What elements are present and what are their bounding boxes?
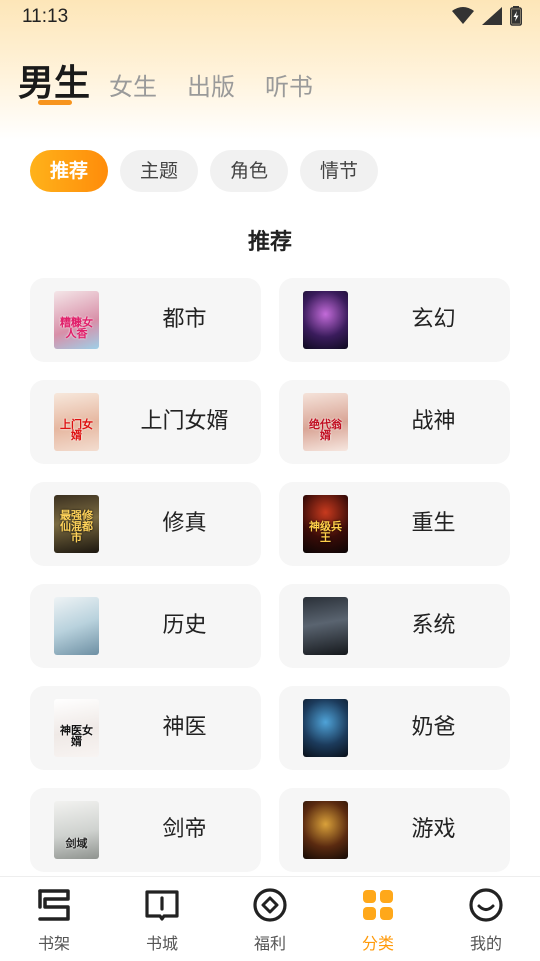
book-cover-image: [54, 597, 99, 655]
book-cover-image: [303, 597, 348, 655]
category-card-zhanshen[interactable]: 绝代翁婿 战神: [279, 380, 510, 464]
book-cover-image: [303, 699, 348, 757]
category-label: 修真: [162, 511, 207, 536]
tab-female[interactable]: 女生: [109, 67, 157, 102]
category-label: 系统: [411, 613, 456, 638]
nav-label: 福利: [253, 934, 286, 953]
status-time: 11:13: [22, 6, 69, 27]
status-bar: 11:13: [0, 0, 540, 34]
category-label: 上门女婿: [140, 409, 229, 434]
category-card-xuanhuan[interactable]: 玄幻: [279, 278, 510, 362]
nav-label: 分类: [361, 934, 394, 953]
nav-profile[interactable]: 我的: [432, 877, 540, 961]
chip-recommend[interactable]: 推荐: [30, 150, 108, 192]
category-label: 重生: [411, 511, 456, 536]
nav-category[interactable]: 分类: [324, 877, 432, 961]
category-label: 战神: [411, 409, 456, 434]
category-card-chongsheng[interactable]: 神级兵王 重生: [279, 482, 510, 566]
category-card-lishi[interactable]: 历史: [30, 584, 261, 668]
book-cover-image: 神级兵王: [303, 495, 348, 553]
nav-label: 书城: [145, 934, 178, 953]
category-card-shenyi[interactable]: 神医女婿 神医: [30, 686, 261, 770]
tab-publish[interactable]: 出版: [187, 67, 235, 102]
book-cover-image: 绝代翁婿: [303, 393, 348, 451]
book-cover-image: 糟糠女人香: [54, 291, 99, 349]
category-label: 剑帝: [162, 817, 207, 842]
category-label: 奶爸: [411, 715, 456, 740]
chip-plot[interactable]: 情节: [300, 150, 378, 192]
signal-icon: [482, 7, 502, 25]
bookshelf-icon: [38, 889, 70, 921]
nav-welfare[interactable]: 福利: [216, 877, 324, 961]
category-card-dushi[interactable]: 糟糠女人香 都市: [30, 278, 261, 362]
category-icon: [363, 890, 393, 920]
bookstore-icon: [145, 890, 179, 921]
nav-label: 书架: [37, 934, 70, 953]
book-cover-image: [303, 801, 348, 859]
section-title: 推荐: [247, 230, 292, 255]
welfare-icon: [253, 888, 287, 922]
book-cover-image: [303, 291, 348, 349]
nav-label: 我的: [469, 934, 502, 953]
bottom-nav: 书架 书城 福利 分类 我的: [0, 876, 540, 961]
chip-theme[interactable]: 主题: [120, 150, 198, 192]
nav-bookshelf[interactable]: 书架: [0, 877, 108, 961]
category-card-naiba[interactable]: 奶爸: [279, 686, 510, 770]
category-label: 玄幻: [411, 307, 456, 332]
category-label: 游戏: [411, 817, 456, 842]
book-cover-image: 神医女婿: [54, 699, 99, 757]
battery-charging-icon: [510, 6, 522, 26]
category-label: 都市: [162, 307, 207, 332]
book-cover-image: 上门女婿: [54, 393, 99, 451]
category-label: 历史: [162, 613, 207, 638]
category-card-xiuzhen[interactable]: 最强修仙混都市 修真: [30, 482, 261, 566]
tab-audiobook[interactable]: 听书: [265, 67, 313, 102]
profile-icon: [469, 888, 503, 922]
book-cover-image: 最强修仙混都市: [54, 495, 99, 553]
category-card-youxi[interactable]: 游戏: [279, 788, 510, 872]
category-label: 神医: [162, 715, 207, 740]
book-cover-image: 剑域: [54, 801, 99, 859]
category-card-shangmennvxu[interactable]: 上门女婿 上门女婿: [30, 380, 261, 464]
active-tab-indicator: [38, 100, 72, 105]
chip-role[interactable]: 角色: [210, 150, 288, 192]
category-card-xitong[interactable]: 系统: [279, 584, 510, 668]
nav-bookstore[interactable]: 书城: [108, 877, 216, 961]
category-card-jiandi[interactable]: 剑域 剑帝: [30, 788, 261, 872]
tab-male[interactable]: 男生: [18, 54, 90, 106]
wifi-icon: [452, 7, 474, 24]
